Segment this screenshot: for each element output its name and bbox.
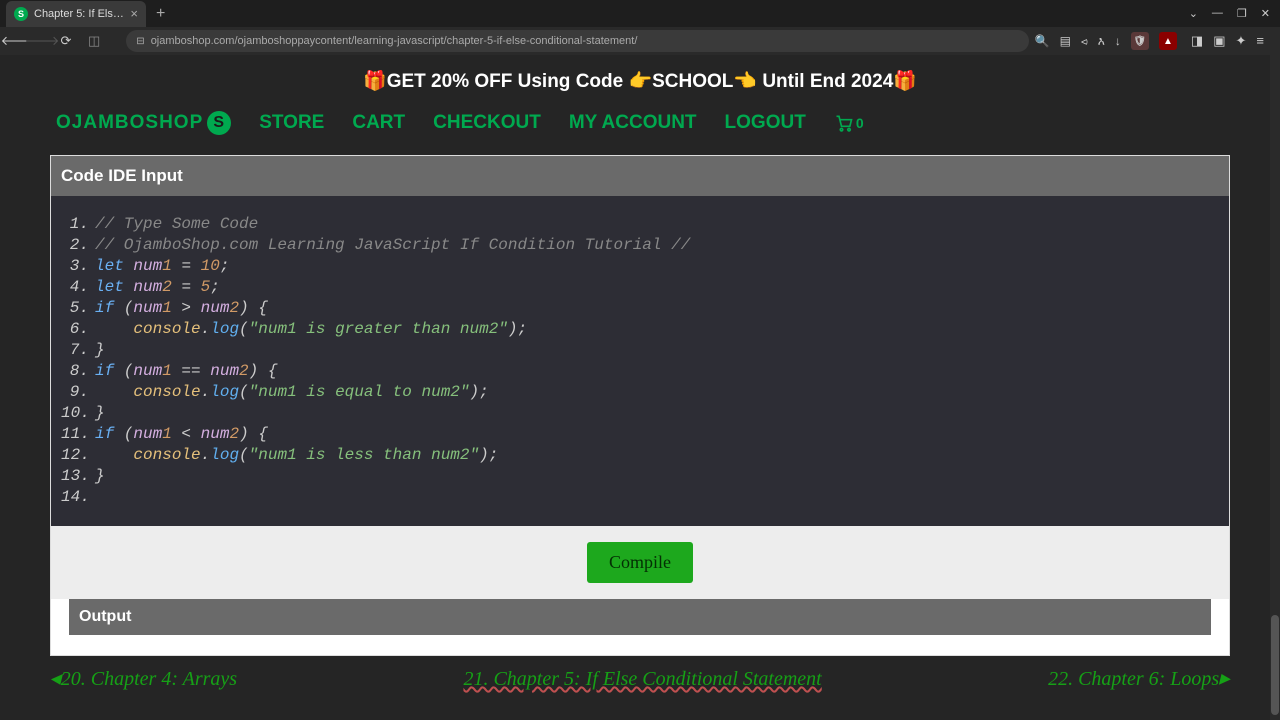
download-icon[interactable]: ↓ xyxy=(1115,34,1121,48)
window-close-icon[interactable]: ✕ xyxy=(1261,7,1270,20)
address-bar: 🡐 🡒 ⟳ ◫ ⊟ ojamboshop.com/ojamboshoppayco… xyxy=(0,27,1280,55)
ide-output-header: Output xyxy=(69,599,1211,635)
window-controls: ⌄ — ❐ ✕ xyxy=(1189,7,1280,20)
nav-logout[interactable]: LOGOUT xyxy=(725,112,806,134)
scrollbar-thumb[interactable] xyxy=(1271,615,1279,715)
pagination: ◀20. Chapter 4: Arrays 21. Chapter 5: If… xyxy=(0,656,1280,691)
nav-checkout[interactable]: CHECKOUT xyxy=(433,112,541,134)
bookmark-icon[interactable]: ◫ xyxy=(88,33,100,49)
nav-cart[interactable]: CART xyxy=(352,112,405,134)
browser-chrome: S Chapter 5: If Else Condition × + ⌄ — ❐… xyxy=(0,0,1280,55)
browser-tab[interactable]: S Chapter 5: If Else Condition × xyxy=(6,1,146,27)
minimize-icon[interactable]: — xyxy=(1212,7,1223,20)
nav-store[interactable]: STORE xyxy=(259,112,324,134)
ide-container: Code IDE Input 1// Type Some Code 2// Oj… xyxy=(50,155,1230,656)
extension-icon-1[interactable]: 🛡 xyxy=(1131,32,1149,50)
maximize-icon[interactable]: ❐ xyxy=(1237,7,1247,20)
zoom-icon[interactable]: 🔍 xyxy=(1035,34,1050,48)
current-chapter-link[interactable]: 21. Chapter 5: If Else Conditional State… xyxy=(463,668,821,691)
cart-count: 0 xyxy=(856,115,864,131)
promo-banner: 🎁GET 20% OFF Using Code 👉SCHOOL👈 Until E… xyxy=(0,55,1280,103)
nav-account[interactable]: MY ACCOUNT xyxy=(569,112,697,134)
close-icon[interactable]: × xyxy=(130,6,138,21)
cart-icon xyxy=(834,113,854,133)
scrollbar[interactable] xyxy=(1270,55,1280,720)
share-icon[interactable]: ⪦ xyxy=(1081,34,1088,49)
brand-logo-icon: S xyxy=(207,111,231,135)
chevron-down-icon[interactable]: ⌄ xyxy=(1189,7,1198,20)
panel-icon[interactable]: ▣ xyxy=(1213,33,1225,49)
new-tab-button[interactable]: + xyxy=(156,5,165,23)
extensions-icon[interactable]: ✦ xyxy=(1236,33,1247,49)
site-info-icon[interactable]: ⊟ xyxy=(136,36,144,47)
forward-button[interactable]: 🡒 xyxy=(32,31,52,51)
compile-section: Compile xyxy=(51,526,1229,599)
favicon-icon: S xyxy=(14,7,28,21)
page-content: 🎁GET 20% OFF Using Code 👉SCHOOL👈 Until E… xyxy=(0,55,1280,720)
compile-button[interactable]: Compile xyxy=(587,542,693,583)
promo-text: 🎁GET 20% OFF Using Code 👉SCHOOL👈 Until E… xyxy=(363,71,917,92)
reader-icon[interactable]: ▤ xyxy=(1060,34,1071,48)
cart-badge[interactable]: 0 xyxy=(834,113,864,133)
brand-logo[interactable]: OJAMBOSHOP S xyxy=(56,111,231,135)
next-chapter-label: 22. Chapter 6: Loops xyxy=(1048,668,1219,691)
prev-chapter-label: 20. Chapter 4: Arrays xyxy=(61,668,237,691)
url-input[interactable]: ⊟ ojamboshop.com/ojamboshoppaycontent/le… xyxy=(126,30,1028,52)
menu-icon[interactable]: ≡ xyxy=(1256,33,1264,49)
arrow-right-icon: ▶ xyxy=(1219,671,1230,688)
rss-icon[interactable]: እ xyxy=(1098,34,1105,49)
tab-title: Chapter 5: If Else Condition xyxy=(34,8,124,20)
main-nav: OJAMBOSHOP S STORE CART CHECKOUT MY ACCO… xyxy=(0,103,1280,155)
brand-text: OJAMBOSHOP xyxy=(56,112,203,134)
next-chapter-link[interactable]: 22. Chapter 6: Loops▶ xyxy=(1048,668,1230,691)
sidebar-icon[interactable]: ◨ xyxy=(1191,33,1203,49)
prev-chapter-link[interactable]: ◀20. Chapter 4: Arrays xyxy=(50,668,237,691)
tab-bar: S Chapter 5: If Else Condition × + ⌄ — ❐… xyxy=(0,0,1280,27)
url-text: ojamboshop.com/ojamboshoppaycontent/lear… xyxy=(151,35,1019,47)
ide-input-header: Code IDE Input xyxy=(51,156,1229,196)
arrow-left-icon: ◀ xyxy=(50,671,61,688)
extension-icon-2[interactable]: ▲ xyxy=(1159,32,1177,50)
code-editor[interactable]: 1// Type Some Code 2// OjamboShop.com Le… xyxy=(51,196,1229,526)
reload-button[interactable]: ⟳ xyxy=(56,31,76,51)
